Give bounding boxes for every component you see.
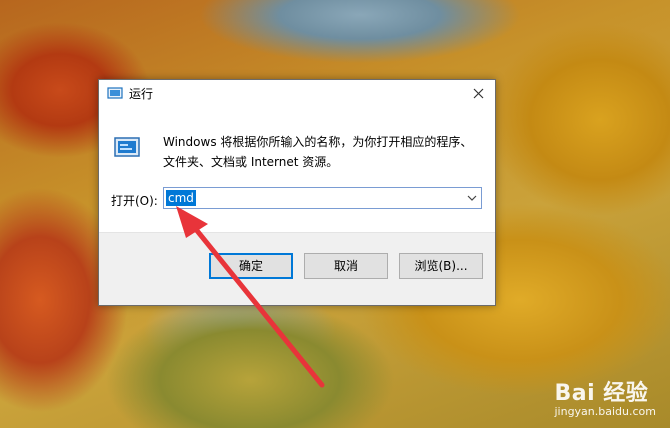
run-icon — [107, 87, 123, 99]
dialog-footer: 确定 取消 浏览(B)... — [99, 232, 495, 305]
open-label: 打开(O): — [111, 194, 158, 208]
run-large-icon — [114, 137, 140, 157]
title-bar[interactable]: 运行 — [99, 80, 495, 108]
dialog-description: Windows 将根据你所输入的名称，为你打开相应的程序、文件夹、文档或 Int… — [163, 135, 473, 169]
chevron-down-icon[interactable] — [467, 193, 477, 203]
ok-button[interactable]: 确定 — [209, 253, 293, 279]
run-dialog: 运行 Windows 将根据你所输入的名称，为你打开相应的程序、文件夹、文档或 … — [98, 79, 496, 306]
open-combobox[interactable]: cmd — [163, 187, 482, 209]
open-input-value[interactable]: cmd — [166, 190, 196, 206]
watermark-logo: Bai 经验 — [554, 381, 649, 406]
browse-button[interactable]: 浏览(B)... — [399, 253, 483, 279]
watermark: Bai 经验 jingyan.baidu.com — [554, 375, 656, 418]
dialog-title: 运行 — [129, 87, 154, 101]
close-button[interactable] — [461, 80, 495, 108]
cancel-button[interactable]: 取消 — [304, 253, 388, 279]
close-icon — [473, 88, 483, 99]
watermark-site: jingyan.baidu.com — [554, 405, 656, 418]
dialog-content: Windows 将根据你所输入的名称，为你打开相应的程序、文件夹、文档或 Int… — [99, 108, 495, 234]
